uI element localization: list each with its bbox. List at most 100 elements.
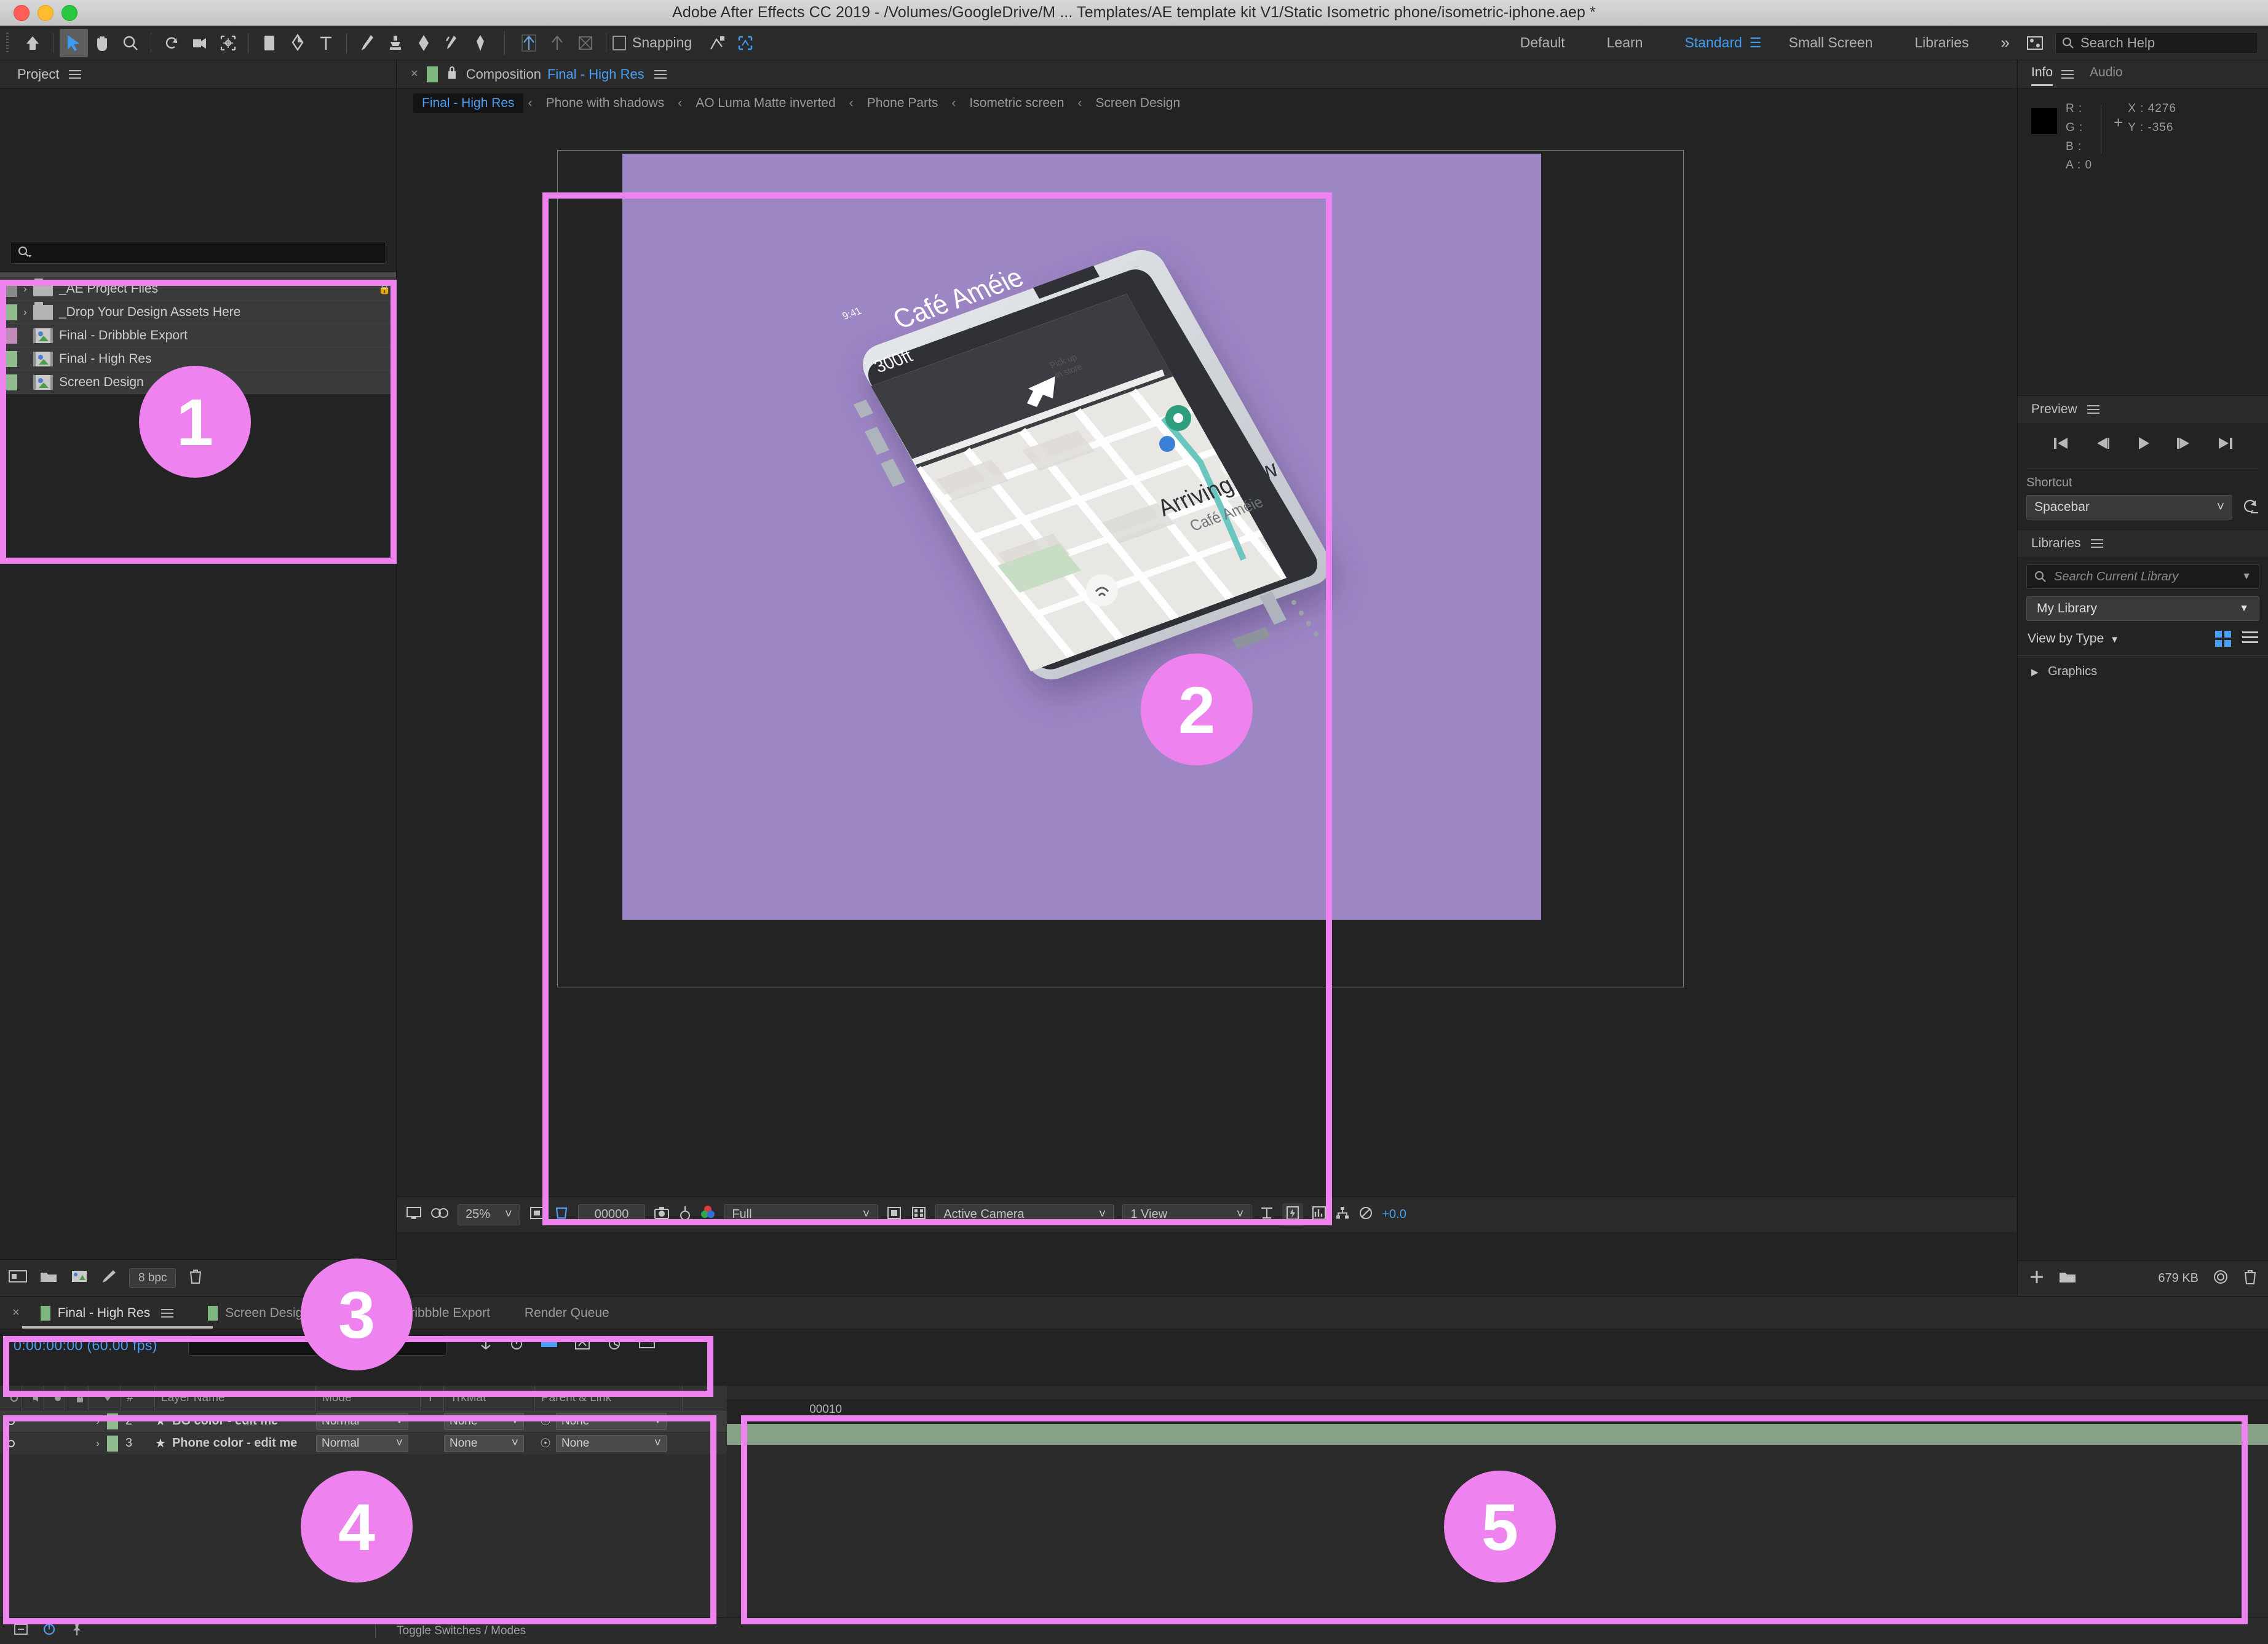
- reset-shortcut-icon[interactable]: [2241, 497, 2259, 518]
- preview-panel-menu-icon[interactable]: [2087, 403, 2099, 416]
- timeline-tab-render-queue[interactable]: Render Queue: [507, 1297, 627, 1329]
- delete-icon[interactable]: [188, 1268, 203, 1287]
- info-audio-tabbar[interactable]: Info Audio: [2018, 60, 2268, 89]
- region-of-interest-toggle-icon[interactable]: [553, 1206, 569, 1223]
- breadcrumb-item-final-high-res[interactable]: Final - High Res: [413, 93, 523, 113]
- workspace-tab-learn[interactable]: Learn: [1586, 34, 1664, 51]
- timeline-panel-menu-icon[interactable]: [161, 1306, 174, 1320]
- camera-select[interactable]: Active Camera ˅: [935, 1204, 1114, 1225]
- pen-tool-icon[interactable]: [284, 29, 312, 57]
- camera-tool-icon[interactable]: [186, 29, 214, 57]
- shape-tool-icon[interactable]: [255, 29, 284, 57]
- new-item-icon[interactable]: [2029, 1269, 2045, 1288]
- layer-mode-select[interactable]: Normal ˅: [316, 1433, 421, 1455]
- lock-icon[interactable]: 🔒: [378, 283, 391, 295]
- zoom-level-select[interactable]: 25% ˅: [458, 1204, 520, 1225]
- hand-tool-icon[interactable]: [88, 29, 116, 57]
- bounding-box-icon[interactable]: [571, 29, 600, 57]
- breadcrumb-item-phone-with-shadows[interactable]: Phone with shadows: [537, 93, 673, 113]
- chevron-right-icon[interactable]: ›: [89, 1410, 107, 1433]
- tab-audio[interactable]: Audio: [2090, 65, 2123, 84]
- show-snapshot-icon[interactable]: [678, 1205, 692, 1224]
- project-panel-menu-icon[interactable]: [69, 68, 82, 81]
- motion-blur-icon[interactable]: [638, 1337, 656, 1354]
- last-frame-button[interactable]: [2216, 435, 2235, 454]
- workspace-tabs[interactable]: Default Learn Standard ☰ Small Screen Li…: [1499, 29, 2268, 57]
- resolution-select[interactable]: Full ˅: [724, 1204, 878, 1225]
- previous-frame-button[interactable]: [2093, 435, 2112, 454]
- breadcrumb-item-phone-parts[interactable]: Phone Parts: [858, 93, 947, 113]
- chevron-right-icon[interactable]: ›: [17, 306, 33, 318]
- play-button[interactable]: [2135, 435, 2151, 454]
- list-item[interactable]: › _AE Project Files 🔒: [0, 277, 396, 301]
- current-frame-field[interactable]: 00000: [577, 1204, 646, 1225]
- chevron-right-icon[interactable]: ›: [17, 283, 33, 295]
- project-tab-label[interactable]: Project: [17, 66, 59, 82]
- expand-collapse-icon[interactable]: [14, 1622, 28, 1639]
- table-row[interactable]: › 2 ★ BG color - edit me Normal ˅ None ˅ ☉…: [0, 1410, 727, 1433]
- next-frame-button[interactable]: [2175, 435, 2193, 454]
- close-icon[interactable]: ×: [12, 1306, 20, 1320]
- home-icon[interactable]: [18, 29, 47, 57]
- composition-mini-flowchart-icon[interactable]: [478, 1337, 493, 1354]
- timeline-quick-toggles[interactable]: [478, 1337, 656, 1354]
- toggle-mask-paths-icon[interactable]: [886, 1206, 902, 1223]
- breadcrumb-item-isometric-screen[interactable]: Isometric screen: [961, 93, 1073, 113]
- color-depth-button[interactable]: 8 bpc: [129, 1268, 176, 1288]
- layer-video-toggle[interactable]: [0, 1410, 22, 1433]
- take-snapshot-icon[interactable]: [654, 1206, 670, 1223]
- roto-brush-tool-icon[interactable]: [438, 29, 466, 57]
- graph-editor-toggle-icon[interactable]: [42, 1622, 57, 1639]
- selection-tool-icon[interactable]: [60, 28, 88, 57]
- shortcut-select[interactable]: Spacebar ˅: [2026, 495, 2232, 520]
- layer-parent-select[interactable]: ☉ None ˅: [535, 1433, 683, 1455]
- grid-view-icon[interactable]: [2215, 631, 2231, 647]
- library-search-input[interactable]: Search Current Library ▼: [2026, 564, 2259, 590]
- preview-transport-controls[interactable]: [2018, 423, 2268, 468]
- comp-flowchart-icon[interactable]: [1335, 1206, 1350, 1223]
- info-panel-menu-icon[interactable]: [2061, 68, 2074, 81]
- layer-video-toggle[interactable]: [0, 1433, 22, 1455]
- hide-shy-layers-icon[interactable]: [574, 1337, 590, 1354]
- type-tool-icon[interactable]: [312, 29, 340, 57]
- rotation-tool-icon[interactable]: [157, 29, 186, 57]
- grid-guides-icon[interactable]: [529, 1206, 545, 1223]
- fast-previews-icon[interactable]: [1282, 1203, 1304, 1226]
- workspace-overflow-icon[interactable]: »: [1990, 33, 2021, 52]
- live-update-icon[interactable]: [509, 1337, 524, 1354]
- workspace-tab-libraries[interactable]: Libraries: [1893, 34, 1989, 51]
- new-composition-icon[interactable]: [70, 1269, 89, 1287]
- creative-cloud-icon[interactable]: [2212, 1269, 2229, 1288]
- parenting-icon[interactable]: [515, 29, 543, 57]
- anchor-point-tool-icon[interactable]: [214, 29, 242, 57]
- pin-icon[interactable]: [70, 1622, 84, 1639]
- region-of-interest-icon[interactable]: [430, 1206, 449, 1223]
- layer-trkmat-select[interactable]: None ˅: [444, 1433, 535, 1455]
- library-select[interactable]: My Library ▼: [2026, 596, 2259, 622]
- puppet-pin-tool-icon[interactable]: [466, 29, 494, 57]
- layer-name-cell[interactable]: ★ BG color - edit me: [155, 1410, 316, 1433]
- layer-lock-toggle[interactable]: [65, 1410, 89, 1433]
- layer-color-swatch[interactable]: [107, 1433, 121, 1455]
- pixel-aspect-icon[interactable]: [1260, 1206, 1274, 1223]
- timeline-tab-final-high-res[interactable]: Final - High Res: [23, 1297, 191, 1329]
- table-row[interactable]: › 3 ★ Phone color - edit me Normal ˅ None…: [0, 1433, 727, 1455]
- center-anchor-icon[interactable]: [543, 29, 571, 57]
- snapping-checkbox[interactable]: [613, 35, 626, 50]
- exposure-value[interactable]: +0.0: [1382, 1207, 1406, 1222]
- show-channel-icon[interactable]: [700, 1204, 715, 1225]
- layer-parent-select[interactable]: ☉ None ˅: [535, 1410, 683, 1433]
- new-library-folder-icon[interactable]: [2058, 1270, 2077, 1287]
- breadcrumb-item-screen-design[interactable]: Screen Design: [1087, 93, 1189, 113]
- chevron-right-icon[interactable]: ›: [89, 1433, 107, 1455]
- workspace-tab-default[interactable]: Default: [1499, 34, 1586, 51]
- timeline-flowchart-icon[interactable]: [1312, 1206, 1326, 1223]
- workspace-menu-icon[interactable]: ☰: [1750, 35, 1762, 51]
- composition-tab-name[interactable]: Final - High Res: [547, 66, 644, 82]
- new-adjustment-layer-icon[interactable]: [101, 1269, 117, 1287]
- layer-solo-toggle[interactable]: [44, 1433, 65, 1455]
- composition-panel-menu-icon[interactable]: [654, 68, 667, 81]
- close-icon[interactable]: ×: [411, 67, 418, 81]
- library-group-graphics[interactable]: ▶ Graphics: [2018, 655, 2268, 679]
- layer-trkmat-select[interactable]: None ˅: [444, 1410, 535, 1433]
